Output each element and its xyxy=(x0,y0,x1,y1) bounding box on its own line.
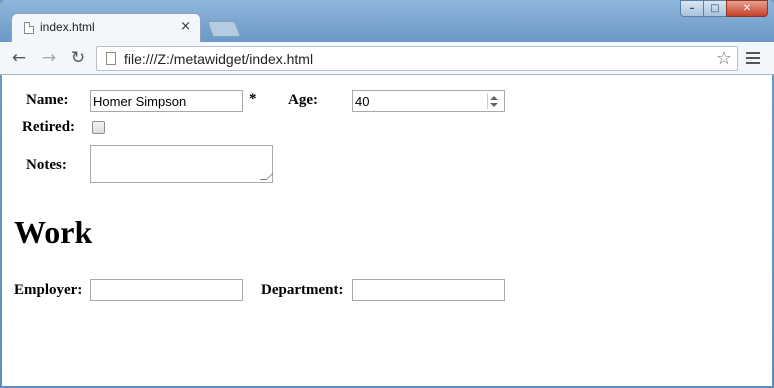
age-spinner[interactable] xyxy=(487,93,502,109)
title-bar: index.html × – □ ✕ xyxy=(0,0,774,42)
notes-label: Notes: xyxy=(26,157,67,173)
maximize-icon: □ xyxy=(710,3,720,14)
age-value: 40 xyxy=(355,94,370,109)
retired-label: Retired: xyxy=(22,119,76,135)
page-content: Name: Homer Simpson * Age: 40 Retired: N… xyxy=(2,75,772,386)
employer-label: Employer: xyxy=(14,282,83,298)
spinner-up-icon[interactable] xyxy=(490,96,498,100)
required-marker: * xyxy=(249,91,257,107)
address-bar[interactable]: file:///Z:/metawidget/index.html ☆ xyxy=(96,46,738,71)
age-label: Age: xyxy=(288,92,318,108)
age-input[interactable]: 40 xyxy=(352,90,505,112)
notes-textarea[interactable] xyxy=(90,145,274,183)
work-heading: Work xyxy=(14,214,93,250)
menu-bar-line xyxy=(746,52,760,54)
department-input[interactable] xyxy=(352,279,505,301)
menu-button[interactable] xyxy=(746,52,760,67)
forward-button[interactable]: → xyxy=(37,47,61,69)
minimize-icon: – xyxy=(689,3,695,14)
close-icon: ✕ xyxy=(742,3,752,14)
browser-window: index.html × – □ ✕ ← → ↻ file:///Z:/meta… xyxy=(0,0,774,388)
reload-button[interactable]: ↻ xyxy=(66,47,90,69)
window-controls: – □ ✕ xyxy=(680,0,768,18)
spinner-down-icon[interactable] xyxy=(490,103,498,107)
new-tab-button[interactable] xyxy=(207,21,241,37)
back-arrow-icon: ← xyxy=(11,48,27,68)
resize-handle-icon[interactable] xyxy=(259,173,274,180)
tab-title: index.html xyxy=(40,20,95,34)
close-window-button[interactable]: ✕ xyxy=(726,0,768,17)
name-label: Name: xyxy=(26,92,69,108)
department-label: Department: xyxy=(261,282,344,298)
menu-bar-line xyxy=(746,62,760,64)
minimize-button[interactable]: – xyxy=(680,0,704,17)
name-input[interactable]: Homer Simpson xyxy=(90,90,243,112)
bookmark-star-icon[interactable]: ☆ xyxy=(716,48,732,69)
maximize-button[interactable]: □ xyxy=(703,0,727,17)
url-text: file:///Z:/metawidget/index.html xyxy=(124,51,314,67)
forward-arrow-icon: → xyxy=(41,48,57,68)
menu-bar-line xyxy=(746,57,760,59)
browser-tab[interactable]: index.html × xyxy=(11,13,201,42)
tab-close-icon[interactable]: × xyxy=(180,19,191,35)
employer-input[interactable] xyxy=(90,279,243,301)
back-button[interactable]: ← xyxy=(7,47,31,69)
browser-toolbar: ← → ↻ file:///Z:/metawidget/index.html ☆ xyxy=(0,42,774,75)
page-icon xyxy=(106,52,116,65)
page-icon xyxy=(24,22,34,34)
reload-icon: ↻ xyxy=(70,48,86,68)
retired-checkbox[interactable] xyxy=(92,121,105,134)
